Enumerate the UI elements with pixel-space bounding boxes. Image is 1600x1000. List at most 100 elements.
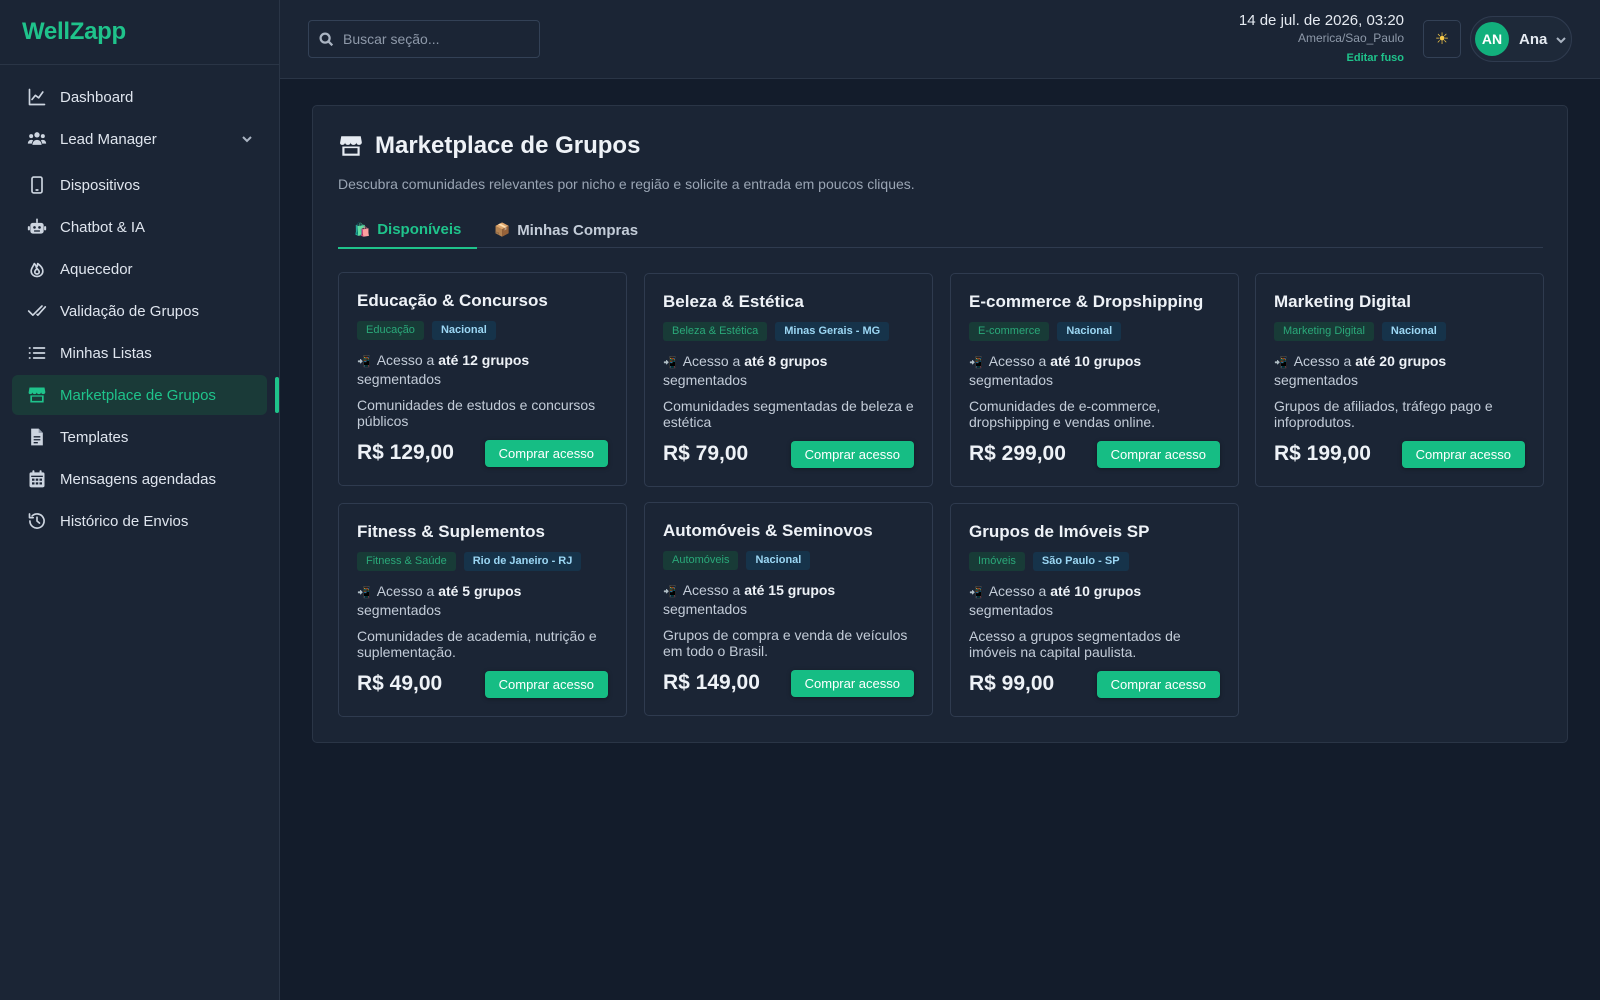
sidebar-item-templates[interactable]: Templates [12,417,267,457]
access-icon: 📲 [969,587,983,599]
line-chart-icon [26,86,48,108]
sidebar-item-label: Lead Manager [60,130,157,148]
sidebar: WellZapp Dashboard Lead Manager Disposit… [0,0,280,1000]
sidebar-item-label: Dashboard [60,88,134,106]
niche-badge: Automóveis [663,551,739,570]
top-header: 14 de jul. de 2026, 03:20 America/Sao_Pa… [280,0,1600,79]
access-icon: 📲 [663,586,677,598]
niche-badge: Beleza & Estética [663,322,768,341]
sidebar-item-label: Minhas Listas [60,344,152,362]
access-info: 📲 Acesso a até 10 grupos segmentados [969,583,1220,619]
card-footer: R$ 129,00 Comprar acesso [357,439,608,467]
access-icon: 📲 [357,356,371,368]
region-badge: Nacional [746,551,811,570]
access-prefix: Acesso a [682,353,741,369]
marketplace-panel: Marketplace de Grupos Descubra comunidad… [312,105,1568,743]
tabs: 🛍️ Disponíveis 📦 Minhas Compras [338,212,1543,249]
sidebar-item-dashboard[interactable]: Dashboard [12,77,267,117]
buy-access-button[interactable]: Comprar acesso [484,670,608,698]
card-description: Grupos de afiliados, tráfego pago e info… [1274,398,1493,430]
store-icon [340,136,362,156]
double-check-icon [26,300,48,322]
sidebar-item-label: Marketplace de Grupos [60,386,216,404]
app-logo[interactable]: WellZapp [22,18,126,46]
buy-access-button[interactable]: Comprar acesso [1096,670,1220,698]
buy-access-button[interactable]: Comprar acesso [1401,440,1525,468]
access-count: até 10 grupos [1050,353,1142,369]
access-count: até 15 grupos [744,582,836,598]
tab-disponiveis[interactable]: 🛍️ Disponíveis [338,212,478,249]
shopping-bags-icon: 🛍️ [354,221,371,237]
buy-access-button[interactable]: Comprar acesso [484,439,608,467]
sidebar-item-lead-manager[interactable]: Lead Manager [12,119,267,159]
user-menu-button[interactable]: AN Ana [1470,16,1572,62]
price: R$ 299,00 [969,442,1066,465]
sidebar-item-label: Templates [60,428,129,446]
niche-badge: Educação [357,321,424,340]
access-info: 📲 Acesso a até 5 grupos segmentados [357,583,608,619]
access-prefix: Acesso a [988,583,1047,599]
tab-label: Disponíveis [377,221,462,238]
price: R$ 79,00 [663,442,749,465]
buy-access-button[interactable]: Comprar acesso [790,669,914,697]
card-tags: Fitness & Saúde Rio de Janeiro - RJ [357,552,608,571]
theme-toggle-button[interactable]: ☀ [1423,20,1461,58]
sidebar-item-label: Validação de Grupos [60,302,199,320]
sidebar-item-label: Dispositivos [60,176,141,194]
access-prefix: Acesso a [1293,353,1352,369]
sidebar-item-mensagens-agendadas[interactable]: Mensagens agendadas [12,459,267,499]
access-suffix: segmentados [969,372,1054,388]
calendar-icon [26,468,48,490]
edit-timezone-link[interactable]: Editar fuso [1239,52,1404,64]
search-input[interactable] [343,31,523,47]
sidebar-item-marketplace[interactable]: Marketplace de Grupos [12,375,279,415]
niche-badge: Marketing Digital [1274,322,1374,341]
tab-minhas-compras[interactable]: 📦 Minhas Compras [478,212,654,248]
sidebar-item-chatbot[interactable]: Chatbot & IA [12,207,267,247]
sidebar-item-historico[interactable]: Histórico de Envios [12,501,267,541]
offer-card: Beleza & Estética Beleza & Estética Mina… [644,273,933,487]
timezone-label: America/Sao_Paulo [1297,31,1404,45]
active-indicator [275,377,279,413]
card-tags: Marketing Digital Nacional [1274,322,1525,341]
sidebar-item-aquecedor[interactable]: Aquecedor [12,249,267,289]
user-name: Ana [1519,30,1548,48]
access-count: até 8 grupos [744,353,828,369]
access-icon: 📲 [1274,357,1288,369]
tab-label: Minhas Compras [517,221,639,239]
offer-card: Fitness & Suplementos Fitness & Saúde Ri… [338,503,627,717]
card-footer: R$ 149,00 Comprar acesso [663,669,914,697]
access-icon: 📲 [663,357,677,369]
chevron-down-icon [1555,33,1567,45]
access-icon: 📲 [357,587,371,599]
access-suffix: segmentados [357,602,442,618]
niche-badge: E-commerce [969,322,1050,341]
flame-icon [26,258,48,280]
card-title: Beleza & Estética [663,292,804,311]
users-icon [26,128,48,150]
robot-icon [26,216,48,238]
card-title: Educação & Concursos [357,291,548,310]
buy-access-button[interactable]: Comprar acesso [1096,440,1220,468]
access-info: 📲 Acesso a até 15 grupos segmentados [663,582,914,618]
card-title: E-commerce & Dropshipping [969,292,1204,311]
card-tags: Imóveis São Paulo - SP [969,552,1220,571]
access-icon: 📲 [969,357,983,369]
chevron-down-icon[interactable] [241,132,253,144]
price: R$ 129,00 [357,441,454,464]
access-suffix: segmentados [663,601,748,617]
offer-card: Grupos de Imóveis SP Imóveis São Paulo -… [950,503,1239,717]
card-title: Fitness & Suplementos [357,522,545,541]
sidebar-item-dispositivos[interactable]: Dispositivos [12,165,267,205]
list-icon [26,342,48,364]
card-description: Comunidades de estudos e concursos públi… [357,397,596,429]
access-prefix: Acesso a [376,352,435,368]
access-suffix: segmentados [1274,372,1359,388]
search-box[interactable] [308,20,540,58]
current-datetime: 14 de jul. de 2026, 03:20 [1238,12,1404,29]
sidebar-item-minhas-listas[interactable]: Minhas Listas [12,333,267,373]
card-description: Grupos de compra e venda de veículos em … [663,627,908,659]
price: R$ 199,00 [1274,442,1371,465]
sidebar-item-validacao[interactable]: Validação de Grupos [12,291,267,331]
buy-access-button[interactable]: Comprar acesso [790,440,914,468]
